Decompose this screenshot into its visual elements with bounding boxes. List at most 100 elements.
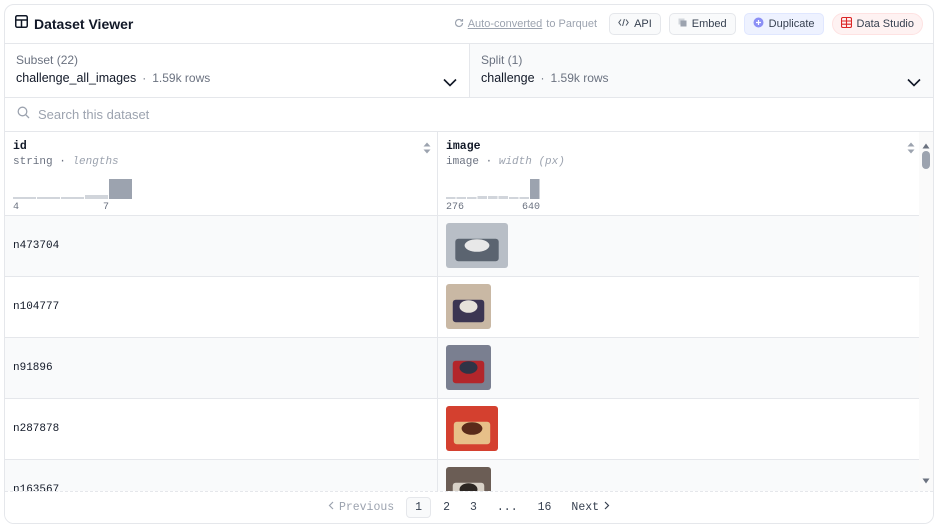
histogram-bar (446, 197, 456, 199)
sort-icon[interactable] (423, 141, 431, 159)
sort-icon[interactable] (907, 141, 915, 159)
histogram-bar (13, 197, 36, 199)
cell-image[interactable] (438, 338, 499, 398)
table-row[interactable]: n287878 (5, 399, 921, 460)
scrollbar-thumb[interactable] (922, 151, 930, 169)
cell-image[interactable] (438, 277, 499, 337)
histogram-max: 640 (522, 202, 541, 213)
cell-id: n91896 (5, 338, 438, 398)
split-separator: · (540, 71, 545, 85)
histogram-bar (109, 179, 132, 199)
split-value-row: challenge · 1.59k rows (481, 71, 922, 85)
cell-image[interactable] (438, 216, 516, 276)
refresh-icon (454, 18, 464, 31)
data-studio-label: Data Studio (856, 18, 914, 30)
header-actions: Auto-converted to Parquet API Embed Dupl… (454, 13, 923, 35)
duplicate-button[interactable]: Duplicate (743, 13, 824, 35)
column-stat: lengths (72, 156, 119, 168)
column-type: string (13, 156, 53, 168)
image-thumbnail[interactable] (446, 467, 491, 493)
thumb-highlight (464, 239, 490, 252)
image-thumbnail[interactable] (446, 345, 491, 390)
table-scrollbar[interactable] (919, 132, 933, 493)
page-ellipsis: ... (496, 501, 518, 514)
image-thumbnail[interactable] (446, 284, 491, 329)
cell-image[interactable] (438, 460, 499, 493)
cell-image[interactable] (438, 399, 506, 459)
subset-select[interactable]: Subset (22) challenge_all_images · 1.59k… (5, 44, 470, 97)
column-type-separator: · (59, 156, 66, 168)
page-button-3[interactable]: 3 (462, 498, 485, 517)
table-row[interactable]: n91896 (5, 338, 921, 399)
table-row[interactable]: n163567 (5, 460, 921, 493)
duplicate-label: Duplicate (768, 18, 815, 30)
split-label: Split (1) (481, 53, 523, 67)
next-label: Next (571, 501, 600, 514)
pagination: Previous 1 2 3 ... 16 Next (5, 491, 933, 523)
histogram-max: 7 (103, 202, 110, 213)
subset-value: challenge_all_images (16, 71, 137, 85)
scroll-down-icon[interactable] (922, 471, 930, 489)
column-name: id (13, 140, 27, 153)
histogram-bar (530, 179, 540, 199)
histogram-bar (456, 197, 466, 199)
code-icon (618, 18, 629, 30)
histogram-bar (85, 195, 108, 199)
auto-converted-link[interactable]: Auto-converted (468, 18, 543, 30)
page-button-16[interactable]: 16 (530, 498, 560, 517)
split-value: challenge (481, 71, 535, 85)
search-bar (5, 98, 933, 132)
image-thumbnail[interactable] (446, 406, 498, 451)
search-icon (17, 106, 30, 124)
cell-id: n104777 (5, 277, 438, 337)
table-row[interactable]: n473704 (5, 216, 921, 277)
auto-converted-suffix: to Parquet (546, 18, 598, 30)
chevron-left-icon (328, 501, 334, 514)
split-rows: 1.59k rows (550, 71, 609, 85)
duplicate-icon (753, 17, 764, 31)
column-stat: width (px) (498, 156, 565, 168)
histogram-bar (477, 196, 487, 199)
data-studio-button[interactable]: Data Studio (831, 13, 923, 35)
chevron-right-icon (604, 501, 610, 514)
subset-label: Subset (22) (16, 53, 79, 67)
thumb-highlight (461, 422, 483, 435)
page-button-2[interactable]: 2 (435, 498, 458, 517)
subset-split-bar: Subset (22) challenge_all_images · 1.59k… (5, 44, 933, 98)
table-row[interactable]: n104777 (5, 277, 921, 338)
cell-id: n163567 (5, 460, 438, 493)
column-header-image[interactable]: image image · width (px) 276 640 (438, 132, 921, 216)
page-button-1[interactable]: 1 (406, 497, 432, 518)
thumb-highlight (459, 300, 478, 313)
image-thumbnail[interactable] (446, 223, 508, 268)
next-page-button[interactable]: Next (563, 498, 618, 517)
data-table: id string · lengths 4 7 image image · wi… (5, 132, 921, 493)
viewer-header: Dataset Viewer Auto-converted to Parquet… (5, 5, 933, 44)
thumb-highlight (459, 361, 478, 374)
column-header-id[interactable]: id string · lengths 4 7 (5, 132, 438, 216)
api-label: API (634, 18, 652, 30)
auto-converted-note: Auto-converted to Parquet (454, 18, 597, 31)
search-input[interactable] (38, 107, 438, 122)
subset-value-row: challenge_all_images · 1.59k rows (16, 71, 458, 85)
histogram-bar (519, 197, 529, 199)
embed-label: Embed (691, 18, 727, 30)
subset-rows: 1.59k rows (152, 71, 211, 85)
histogram-min: 4 (13, 202, 20, 213)
api-button[interactable]: API (609, 13, 661, 35)
histogram-bar (37, 197, 60, 199)
histogram-id (13, 179, 132, 199)
subset-separator: · (142, 71, 147, 85)
previous-page-button[interactable]: Previous (320, 498, 402, 517)
embed-button[interactable]: Embed (668, 13, 736, 35)
cell-id: n287878 (5, 399, 438, 459)
column-type-row: image · width (px) (446, 156, 913, 168)
split-select[interactable]: Split (1) challenge · 1.59k rows (470, 44, 933, 97)
histogram-image (446, 179, 540, 199)
embed-icon (678, 18, 687, 30)
chevron-down-icon (443, 74, 457, 92)
histogram-bar (61, 197, 84, 199)
table-icon (15, 15, 28, 33)
histogram-bar (488, 196, 498, 199)
previous-label: Previous (338, 501, 395, 514)
